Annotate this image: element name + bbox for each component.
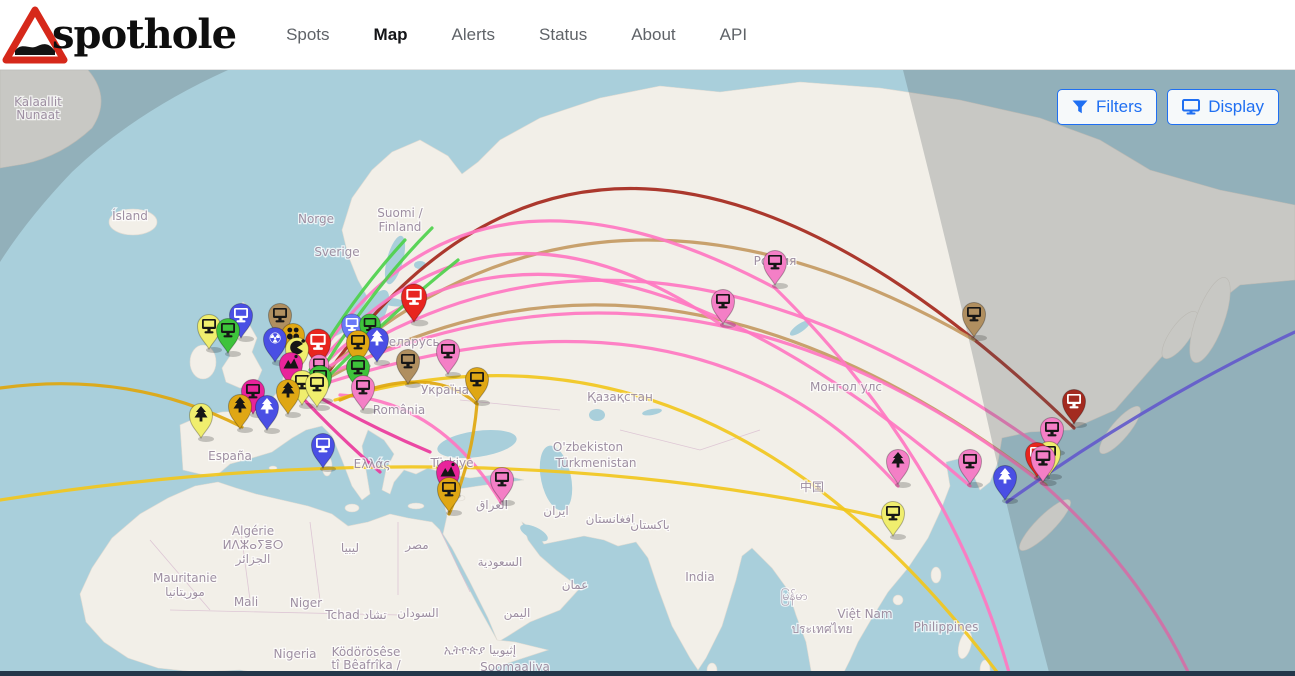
map-label: السودان	[397, 606, 438, 621]
footer-bar	[0, 671, 1295, 676]
logo[interactable]: spothole	[0, 5, 236, 65]
map-label: România	[373, 403, 425, 417]
map-label: Norge	[298, 212, 334, 226]
map-label: India	[685, 570, 714, 584]
map-label: Philippines	[914, 620, 979, 634]
map-label: Việt Nam	[837, 607, 892, 621]
map-label: Sverige	[314, 245, 359, 259]
map-label: O'zbekiston	[553, 440, 623, 454]
svg-text:☢: ☢	[268, 330, 281, 348]
header: spothole Spots Map Alerts Status About API	[0, 0, 1295, 70]
map-label: Türkmenistan	[554, 456, 636, 470]
landmass-sicily	[345, 504, 359, 512]
map-label: KalaallitNunaat	[14, 95, 62, 122]
logo-text: spothole	[52, 11, 236, 58]
map-label: ايران	[543, 504, 568, 519]
landmass-taiwan	[931, 567, 941, 583]
map-label: Niger	[290, 596, 322, 610]
landmass-crete	[408, 503, 424, 509]
nav-item-status[interactable]: Status	[539, 25, 587, 45]
map-label: Монгол улс	[810, 380, 882, 394]
map-label: Suomi /Finland	[377, 206, 423, 234]
display-icon	[1182, 99, 1200, 115]
main-nav: Spots Map Alerts Status About API	[286, 25, 747, 45]
nav-item-api[interactable]: API	[720, 25, 747, 45]
nav-item-alerts[interactable]: Alerts	[452, 25, 495, 45]
nav-item-map[interactable]: Map	[374, 25, 408, 45]
map-label: Ísland	[112, 208, 148, 223]
map-label: Ködörösêsetî Bêafrîka /République	[331, 645, 401, 671]
map-label: السعودية	[478, 555, 523, 570]
map-label: مصر	[404, 538, 428, 553]
map-label: افغانستان	[586, 512, 635, 526]
map-label: ليبيا	[341, 541, 359, 555]
map-label: عمان	[562, 578, 589, 592]
landmass-srilanka	[707, 663, 717, 671]
map-label: Nigeria	[274, 647, 317, 661]
landmass-luzon	[956, 630, 975, 660]
map-canvas: KalaallitNunaat Ísland Norge Suomi /Finland…	[0, 70, 1295, 671]
filters-button[interactable]: Filters	[1057, 89, 1157, 125]
filter-icon	[1072, 100, 1088, 114]
landmass-hainan	[893, 595, 903, 605]
display-button[interactable]: Display	[1167, 89, 1279, 125]
map-pin-monitor[interactable]	[312, 434, 337, 473]
map-label: Қазақстан	[587, 390, 653, 404]
map-label: Беларусь	[380, 335, 439, 349]
display-button-label: Display	[1208, 97, 1264, 117]
map-label: España	[208, 449, 252, 463]
aral-sea	[589, 409, 605, 421]
map-label: 中国	[800, 479, 824, 494]
map-label: Mali	[234, 595, 258, 609]
map-label: ประเทศไทย	[791, 622, 852, 636]
map-label: Ελλάς	[354, 457, 391, 471]
map-label: Tchad تشاد	[324, 608, 386, 622]
map-label: اليمن	[504, 606, 531, 621]
nav-item-about[interactable]: About	[631, 25, 675, 45]
nav-item-spots[interactable]: Spots	[286, 25, 329, 45]
map-label: ኢትዮጵያ إثيوبيا	[444, 643, 516, 658]
map[interactable]: KalaallitNunaat Ísland Norge Suomi /Finland…	[0, 70, 1295, 671]
map-label: Україна	[421, 383, 469, 397]
map-controls: Filters Display	[1057, 89, 1279, 125]
map-label: باكستان	[630, 518, 670, 532]
map-label: Soomaaliya	[480, 660, 550, 671]
filters-button-label: Filters	[1096, 97, 1142, 117]
